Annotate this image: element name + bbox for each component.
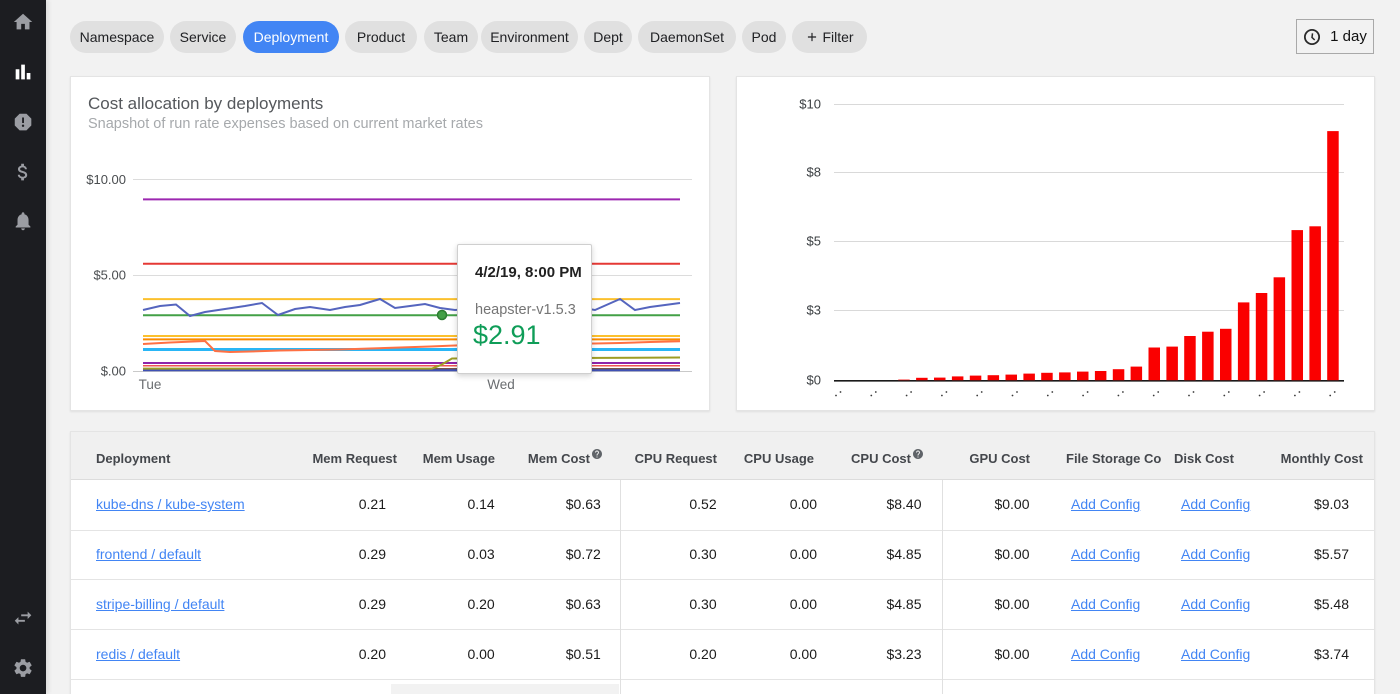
svg-text:Tue: Tue — [139, 377, 162, 392]
svg-text:$5.00: $5.00 — [93, 267, 126, 282]
svg-text:$8: $8 — [807, 165, 821, 180]
svg-text:Wed: Wed — [487, 377, 515, 392]
svg-text:$10: $10 — [799, 97, 821, 112]
svg-text:$.00: $.00 — [101, 364, 126, 379]
svg-text:$0: $0 — [807, 373, 821, 388]
svg-text:$3: $3 — [807, 303, 821, 318]
svg-text:$10.00: $10.00 — [86, 172, 126, 187]
svg-text:$5: $5 — [807, 234, 821, 249]
